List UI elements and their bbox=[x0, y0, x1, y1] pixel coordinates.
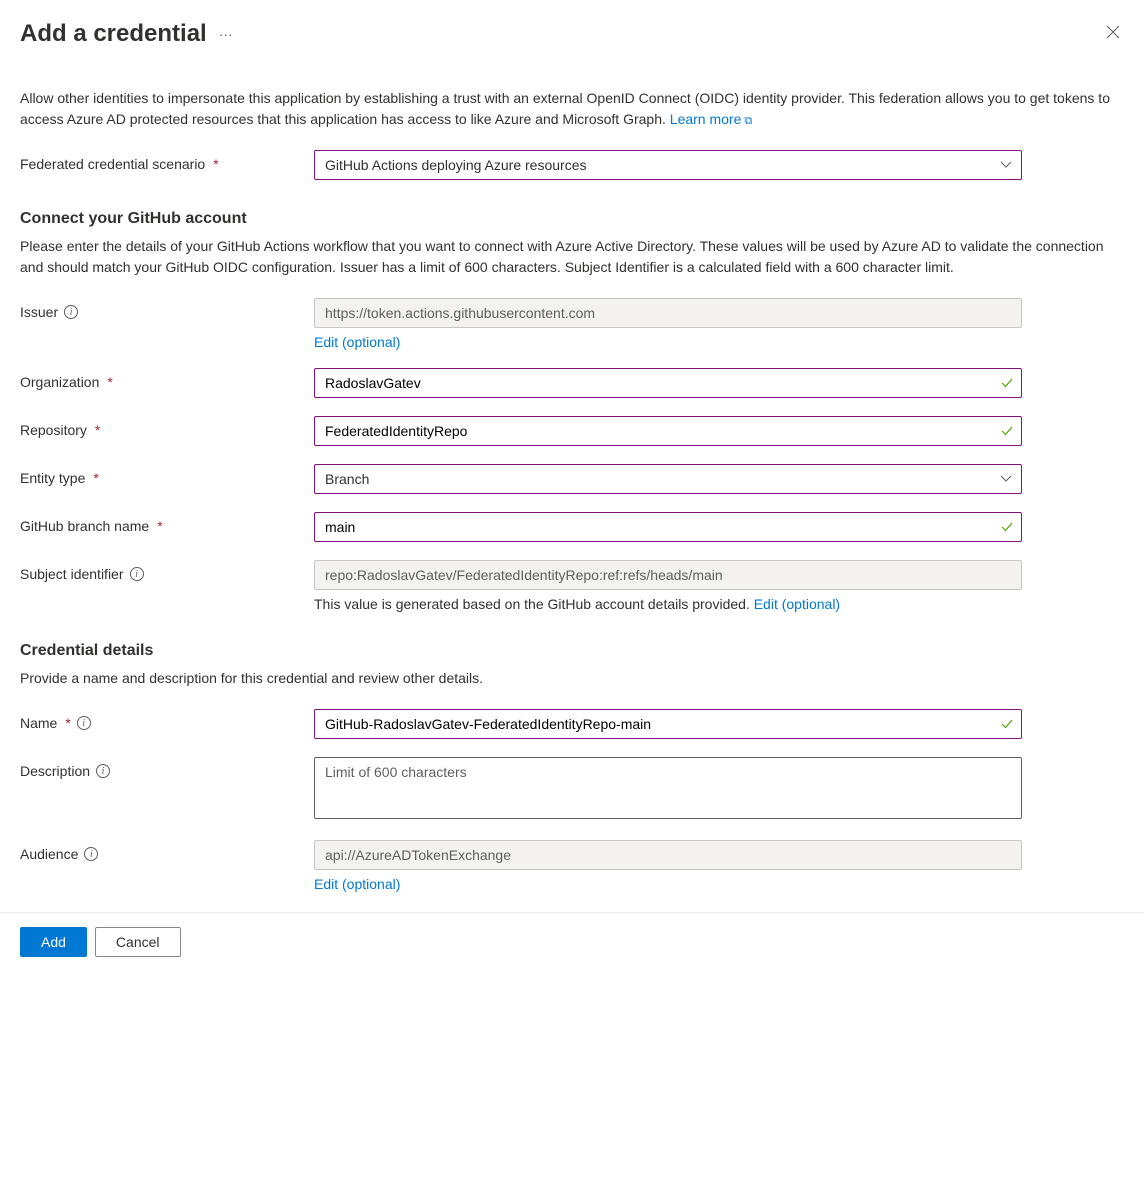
issuer-field: Edit (optional) bbox=[314, 298, 1022, 350]
learn-more-link[interactable]: Learn more⧉ bbox=[670, 111, 752, 127]
close-button[interactable] bbox=[1102, 21, 1124, 48]
intro-body: Allow other identities to impersonate th… bbox=[20, 90, 1110, 127]
branch-row: GitHub branch name* bbox=[20, 512, 1124, 542]
branch-label: GitHub branch name* bbox=[20, 512, 314, 534]
organization-input[interactable] bbox=[314, 368, 1022, 398]
panel-header: Add a credential ··· bbox=[20, 20, 1124, 48]
subject-field: This value is generated based on the Git… bbox=[314, 560, 1022, 612]
add-button[interactable]: Add bbox=[20, 927, 87, 957]
organization-field bbox=[314, 368, 1022, 398]
issuer-input bbox=[314, 298, 1022, 328]
subject-helper: This value is generated based on the Git… bbox=[314, 596, 1022, 612]
name-input[interactable] bbox=[314, 709, 1022, 739]
audience-label: Audience i bbox=[20, 840, 314, 862]
audience-edit-wrap: Edit (optional) bbox=[314, 876, 1022, 892]
required-indicator: * bbox=[65, 715, 70, 731]
subject-row: Subject identifier i This value is gener… bbox=[20, 560, 1124, 612]
subject-label: Subject identifier i bbox=[20, 560, 314, 582]
name-label: Name* i bbox=[20, 709, 314, 731]
details-section-heading: Credential details bbox=[20, 642, 1124, 660]
repository-row: Repository* bbox=[20, 416, 1124, 446]
info-icon[interactable]: i bbox=[96, 764, 110, 778]
cancel-button[interactable]: Cancel bbox=[95, 927, 181, 957]
panel-footer: Add Cancel bbox=[0, 912, 1144, 971]
scenario-select-wrap: GitHub Actions deploying Azure resources bbox=[314, 150, 1022, 180]
info-icon[interactable]: i bbox=[84, 847, 98, 861]
description-label: Description i bbox=[20, 757, 314, 779]
audience-row: Audience i Edit (optional) bbox=[20, 840, 1124, 892]
issuer-row: Issuer i Edit (optional) bbox=[20, 298, 1124, 350]
github-section-desc: Please enter the details of your GitHub … bbox=[20, 236, 1124, 278]
subject-edit-link[interactable]: Edit (optional) bbox=[754, 596, 840, 612]
entity-type-label: Entity type* bbox=[20, 464, 314, 486]
required-indicator: * bbox=[93, 470, 98, 486]
branch-field bbox=[314, 512, 1022, 542]
add-credential-panel: Add a credential ··· Allow other identit… bbox=[0, 0, 1144, 892]
close-icon bbox=[1106, 25, 1120, 39]
organization-row: Organization* bbox=[20, 368, 1124, 398]
entity-type-field: Branch bbox=[314, 464, 1022, 494]
audience-field: Edit (optional) bbox=[314, 840, 1022, 892]
details-section-desc: Provide a name and description for this … bbox=[20, 668, 1124, 689]
required-indicator: * bbox=[107, 374, 112, 390]
audience-edit-link[interactable]: Edit (optional) bbox=[314, 876, 400, 892]
branch-input[interactable] bbox=[314, 512, 1022, 542]
entity-type-row: Entity type* Branch bbox=[20, 464, 1124, 494]
required-indicator: * bbox=[157, 518, 162, 534]
info-icon[interactable]: i bbox=[64, 305, 78, 319]
external-link-icon: ⧉ bbox=[744, 115, 752, 127]
title-wrap: Add a credential ··· bbox=[20, 20, 233, 48]
scenario-field: GitHub Actions deploying Azure resources bbox=[314, 150, 1022, 180]
subject-input bbox=[314, 560, 1022, 590]
description-row: Description i bbox=[20, 757, 1124, 822]
info-icon[interactable]: i bbox=[77, 716, 91, 730]
repository-label: Repository* bbox=[20, 416, 314, 438]
scenario-select[interactable]: GitHub Actions deploying Azure resources bbox=[314, 150, 1022, 180]
description-textarea[interactable] bbox=[314, 757, 1022, 819]
repository-input[interactable] bbox=[314, 416, 1022, 446]
repository-field bbox=[314, 416, 1022, 446]
issuer-label: Issuer i bbox=[20, 298, 314, 320]
issuer-edit-link[interactable]: Edit (optional) bbox=[314, 334, 400, 350]
intro-text: Allow other identities to impersonate th… bbox=[20, 88, 1124, 130]
audience-input bbox=[314, 840, 1022, 870]
entity-type-select[interactable]: Branch bbox=[314, 464, 1022, 494]
scenario-label: Federated credential scenario* bbox=[20, 150, 314, 172]
required-indicator: * bbox=[95, 422, 100, 438]
required-indicator: * bbox=[213, 156, 218, 172]
scenario-row: Federated credential scenario* GitHub Ac… bbox=[20, 150, 1124, 180]
description-field bbox=[314, 757, 1022, 822]
page-title: Add a credential bbox=[20, 20, 207, 48]
name-field bbox=[314, 709, 1022, 739]
github-section-heading: Connect your GitHub account bbox=[20, 210, 1124, 228]
info-icon[interactable]: i bbox=[130, 567, 144, 581]
organization-label: Organization* bbox=[20, 368, 314, 390]
issuer-edit-wrap: Edit (optional) bbox=[314, 334, 1022, 350]
more-actions-icon[interactable]: ··· bbox=[219, 26, 233, 42]
name-row: Name* i bbox=[20, 709, 1124, 739]
